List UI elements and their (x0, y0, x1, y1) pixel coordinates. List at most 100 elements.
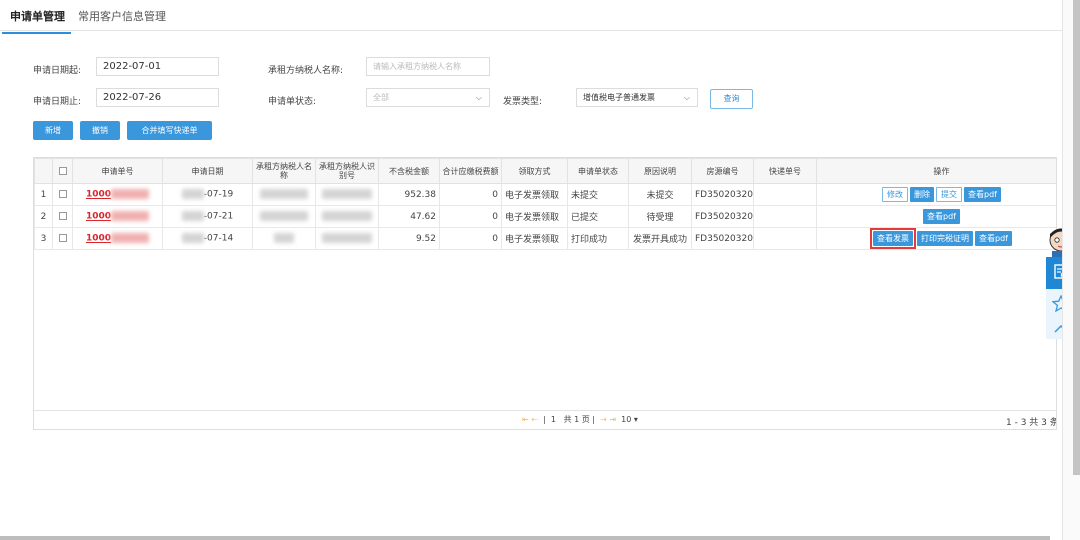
redacted-mask (181, 189, 204, 200)
status-cell: 已提交 (567, 205, 629, 228)
last-page-icon[interactable]: ⇥ (609, 415, 616, 424)
col-header: 申请日期 (162, 158, 253, 184)
house-id-cell: FD350203202 (691, 183, 754, 206)
reason-cell: 待受理 (628, 205, 692, 228)
table-row: 2 1000 -07-21 47.62 0 电子发票领取 已提交 待受理 FD3… (34, 205, 1056, 228)
apply-date-cell: -07-19 (162, 183, 253, 206)
application-id-cell[interactable]: 1000 (72, 205, 163, 228)
apply-date: -07-19 (203, 189, 234, 200)
merge-express-button[interactable]: 合并填写快递单 (127, 121, 212, 140)
redacted-mask (181, 233, 204, 244)
start-date-label: 申请日期起: (33, 66, 82, 76)
vertical-scrollbar-thumb[interactable] (1073, 0, 1080, 475)
status-select[interactable]: 全部 ⌵ (366, 88, 490, 107)
start-date-input[interactable]: 2022-07-01 (96, 57, 219, 76)
redacted-mask (322, 189, 372, 200)
submit-button[interactable]: 提交 (936, 187, 962, 202)
lessor-name-label: 承租方纳税人名称: (268, 66, 344, 76)
select-all-checkbox[interactable] (58, 167, 67, 175)
application-id-link[interactable]: 1000 (86, 212, 111, 222)
redacted-mask (322, 211, 372, 222)
row-checkbox[interactable] (58, 234, 67, 242)
application-id-link[interactable]: 1000 (86, 190, 111, 200)
row-index: 2 (34, 205, 53, 228)
status-label: 申请单状态: (268, 97, 317, 107)
view-pdf-button[interactable]: 查看pdf (975, 231, 1012, 246)
col-header: 承租方纳税人识别号 (315, 158, 379, 184)
col-header: 房源编号 (691, 158, 754, 184)
house-id-cell: FD350203202 (691, 205, 754, 228)
col-header: 承租方纳税人名称 (252, 158, 316, 184)
revoke-button[interactable]: 撤销 (80, 121, 120, 140)
express-cell (753, 227, 817, 250)
print-tax-certificate-button[interactable]: 打印完税证明 (917, 231, 973, 246)
pager: ⇤ ⇠ | 1 共 1 页 | ⇢ ⇥ 10 ▾ (522, 415, 638, 424)
prev-page-icon[interactable]: ⇠ (531, 415, 538, 424)
tab-application-management[interactable]: 申请单管理 (2, 8, 71, 34)
status-select-value: 全部 (373, 93, 389, 102)
page-number[interactable]: 1 (551, 415, 556, 424)
actions-cell: 修改 删除 提交 查看pdf (816, 183, 1056, 206)
redacted-mask (111, 233, 150, 244)
delete-button[interactable]: 删除 (910, 187, 934, 202)
table-row: 1 1000 -07-19 952.38 0 电子发票领取 未提交 未提交 FD… (34, 183, 1056, 206)
lessor-name-cell (252, 227, 316, 250)
house-id-cell: FD350203202 (691, 227, 754, 250)
lessor-taxid-cell (315, 205, 379, 228)
apply-date: -07-21 (203, 211, 234, 222)
tax-cell: 0 (439, 183, 502, 206)
express-cell (753, 183, 817, 206)
highlight-frame: 查看发票 (870, 228, 916, 249)
col-header: 不含税金额 (378, 158, 440, 184)
query-button[interactable]: 查询 (710, 89, 753, 109)
application-table: 申请单号 申请日期 承租方纳税人名称 承租方纳税人识别号 不含税金额 合计应缴税… (33, 157, 1057, 430)
edit-button[interactable]: 修改 (882, 187, 908, 202)
apply-date-cell: -07-21 (162, 205, 253, 228)
row-checkbox-cell[interactable] (52, 205, 73, 228)
total-pages: 共 1 页 (563, 415, 590, 424)
lessor-name-cell (252, 183, 316, 206)
reason-cell: 发票开具成功 (628, 227, 692, 250)
invoice-type-select[interactable]: 增值税电子普通发票 ⌵ (576, 88, 698, 107)
redacted-mask (260, 189, 308, 200)
pager-divider (34, 410, 1056, 411)
invoice-type-label: 发票类型: (503, 97, 543, 107)
reason-cell: 未提交 (628, 183, 692, 206)
record-range: 1 - 3 共 3 条 (1006, 418, 1057, 428)
chevron-down-icon: ⌵ (683, 93, 690, 102)
end-date-input[interactable]: 2022-07-26 (96, 88, 219, 107)
redacted-mask (274, 233, 294, 244)
status-cell: 未提交 (567, 183, 629, 206)
row-checkbox[interactable] (58, 190, 67, 198)
apply-date: -07-14 (203, 233, 234, 244)
lessor-name-input[interactable]: 请输入承租方纳税人名称 (366, 57, 490, 76)
redacted-mask (181, 211, 204, 222)
next-page-icon[interactable]: ⇢ (600, 415, 607, 424)
application-id-link[interactable]: 1000 (86, 234, 111, 244)
select-all-header[interactable] (52, 158, 73, 184)
row-checkbox[interactable] (58, 212, 67, 220)
invoice-type-value: 增值税电子普通发票 (583, 93, 655, 102)
amount-cell: 952.38 (378, 183, 440, 206)
add-button[interactable]: 新增 (33, 121, 73, 140)
actions-cell: 查看pdf (816, 205, 1056, 228)
horizontal-scrollbar[interactable] (0, 536, 1050, 540)
row-checkbox-cell[interactable] (52, 227, 73, 250)
tax-cell: 0 (439, 205, 502, 228)
table-header-row: 申请单号 申请日期 承租方纳税人名称 承租方纳税人识别号 不含税金额 合计应缴税… (34, 158, 1056, 184)
row-index: 1 (34, 183, 53, 206)
application-id-cell[interactable]: 1000 (72, 183, 163, 206)
col-header: 合计应缴税费额 (439, 158, 502, 184)
col-header: 申请单号 (72, 158, 163, 184)
view-pdf-button[interactable]: 查看pdf (923, 209, 960, 224)
row-checkbox-cell[interactable] (52, 183, 73, 206)
view-pdf-button[interactable]: 查看pdf (964, 187, 1001, 202)
lessor-taxid-cell (315, 227, 379, 250)
lessor-taxid-cell (315, 183, 379, 206)
index-header (34, 158, 53, 184)
tab-customer-info[interactable]: 常用客户信息管理 (78, 8, 166, 24)
page-size-select[interactable]: 10 ▾ (621, 415, 638, 424)
view-invoice-button[interactable]: 查看发票 (873, 231, 913, 246)
application-id-cell[interactable]: 1000 (72, 227, 163, 250)
first-page-icon[interactable]: ⇤ (522, 415, 529, 424)
